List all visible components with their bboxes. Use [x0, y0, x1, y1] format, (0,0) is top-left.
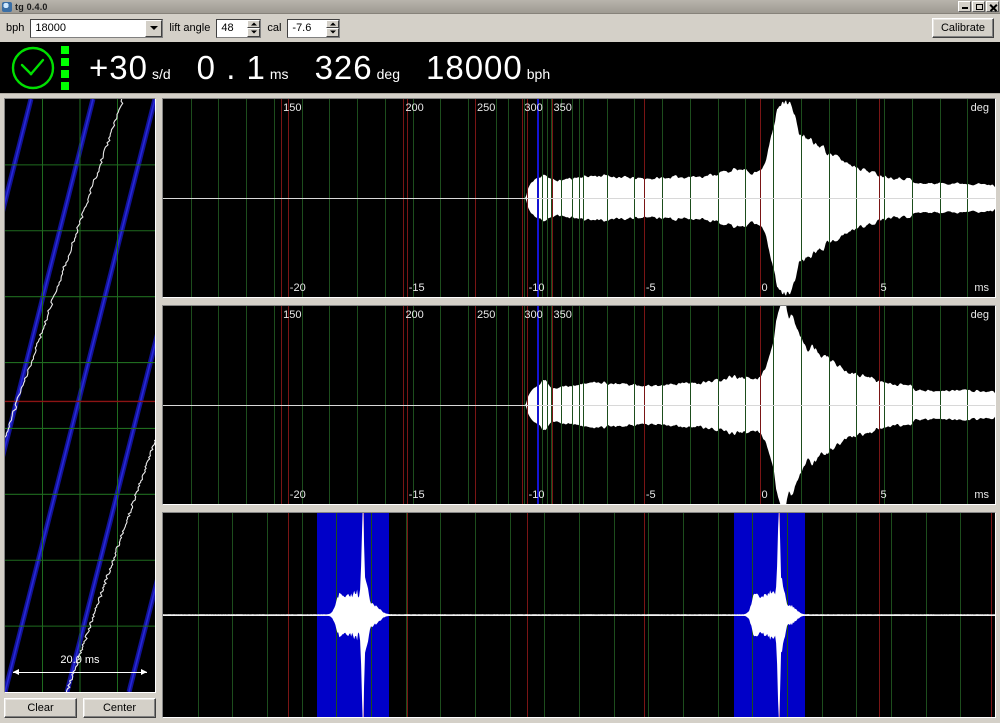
deg-tick-150: 150 [283, 309, 302, 321]
signal-dot [61, 81, 69, 90]
cal-spinner[interactable]: -7.6 [287, 18, 341, 38]
cal-decrement[interactable] [326, 28, 340, 37]
clock-ok-icon [8, 43, 58, 93]
lift-angle-decrement[interactable] [247, 28, 261, 37]
ms-tick-5: 5 [880, 489, 887, 501]
lift-angle-label: lift angle [169, 22, 211, 34]
deg-tick-300: 300 [524, 102, 543, 114]
ms-tick--20: -20 [289, 282, 306, 294]
app-icon [2, 1, 12, 12]
cal-stepper[interactable] [326, 19, 340, 37]
left-column: 20.0 ms Clear Center [4, 98, 156, 723]
scope-top-ms-label: ms [974, 282, 989, 294]
ms-tick-5: 5 [880, 282, 887, 294]
signal-dot [61, 57, 69, 66]
deg-tick-250: 250 [477, 102, 496, 114]
lift-angle-stepper[interactable] [247, 19, 261, 37]
scale-arrow [13, 668, 147, 677]
rate-trace-graph [5, 99, 155, 692]
readout-values: +30 s/d 0 . 1 ms 326 deg 18000 bph [89, 49, 576, 87]
time-scale-bar: 20.0 ms [13, 654, 147, 676]
time-scale-label: 20.0 ms [60, 654, 100, 666]
scope-middle-deg-label: deg [970, 309, 989, 321]
beaterror-unit: ms [269, 65, 289, 82]
readout-amplitude: 326 deg [315, 49, 426, 87]
deg-tick-200: 200 [405, 102, 424, 114]
ms-tick-0: 0 [761, 489, 768, 501]
ms-tick--10: -10 [528, 282, 545, 294]
deg-tick-300: 300 [524, 309, 543, 321]
application-window: tg 0.4.0 bph 18000 lift angle 48 cal -7.… [0, 0, 1000, 723]
scope-top-deg-label: deg [970, 102, 989, 114]
minimize-button[interactable] [958, 1, 971, 12]
cal-label: cal [267, 22, 282, 34]
bph-readout-value: 18000 [425, 48, 523, 86]
clear-button[interactable]: Clear [4, 698, 77, 718]
scope-baseline [163, 198, 995, 199]
beaterror-value: 0 . 1 [196, 48, 266, 86]
ms-tick-0: 0 [761, 282, 768, 294]
lift-angle-value[interactable]: 48 [217, 20, 247, 37]
rate-value: +30 [89, 48, 148, 86]
amplitude-value: 326 [314, 48, 373, 86]
ms-tick--15: -15 [408, 282, 425, 294]
bph-combobox[interactable]: 18000 [30, 18, 164, 38]
scope-middle-ms-label: ms [974, 489, 989, 501]
window-title: tg 0.4.0 [15, 1, 48, 12]
bph-value[interactable]: 18000 [31, 20, 145, 37]
cal-value[interactable]: -7.6 [288, 20, 326, 37]
rate-unit: s/d [151, 65, 171, 82]
center-button[interactable]: Center [83, 698, 156, 718]
title-bar: tg 0.4.0 [0, 0, 1000, 14]
signal-strength-dots [61, 45, 69, 90]
bph-label: bph [6, 22, 25, 34]
lift-angle-spinner[interactable]: 48 [216, 18, 262, 38]
maximize-button[interactable] [972, 1, 985, 12]
readout-beaterror: 0 . 1 ms [197, 49, 315, 87]
ms-tick--5: -5 [645, 489, 656, 501]
readout-rate: +30 s/d [89, 49, 197, 87]
ms-tick--10: -10 [528, 489, 545, 501]
rate-trace-panel[interactable]: 20.0 ms [4, 98, 156, 693]
window-controls [958, 1, 999, 12]
amplitude-unit: deg [376, 65, 400, 82]
ms-tick--20: -20 [289, 489, 306, 501]
signal-dot [61, 45, 69, 54]
close-button[interactable] [986, 1, 999, 12]
readout-bph: 18000 bph [426, 49, 576, 87]
arrow-left-icon [13, 669, 19, 675]
signal-dot [61, 69, 69, 78]
lift-angle-increment[interactable] [247, 19, 261, 28]
deg-tick-200: 200 [405, 309, 424, 321]
calibrate-button[interactable]: Calibrate [931, 18, 994, 38]
deg-tick-350: 350 [553, 309, 572, 321]
bph-readout-unit: bph [526, 65, 551, 82]
arrow-right-icon [141, 669, 147, 675]
readout-bar: +30 s/d 0 . 1 ms 326 deg 18000 bph [0, 42, 1000, 94]
main-area: 20.0 ms Clear Center deg ms 150 200 250 300… [0, 94, 1000, 723]
scope-baseline [163, 405, 995, 406]
scope-top[interactable]: deg ms 150 200 250 300 350 -20 -15 -10 -5 0 5 [162, 98, 996, 298]
cal-increment[interactable] [326, 19, 340, 28]
scope-bottom[interactable] [162, 512, 996, 718]
trace-buttons: Clear Center [4, 693, 156, 723]
scope-middle[interactable]: deg ms 150 200 250 300 350 -20 -15 -10 -5 0 5 [162, 305, 996, 505]
right-column: deg ms 150 200 250 300 350 -20 -15 -10 -5 0 5 deg … [162, 98, 996, 723]
scope-bottom-waveform [163, 513, 995, 717]
ms-tick--5: -5 [645, 282, 656, 294]
toolbar: bph 18000 lift angle 48 cal -7.6 Calibra… [0, 14, 1000, 42]
deg-tick-250: 250 [477, 309, 496, 321]
ms-tick--15: -15 [408, 489, 425, 501]
deg-tick-350: 350 [553, 102, 572, 114]
deg-tick-150: 150 [283, 102, 302, 114]
chevron-down-icon[interactable] [145, 19, 163, 37]
